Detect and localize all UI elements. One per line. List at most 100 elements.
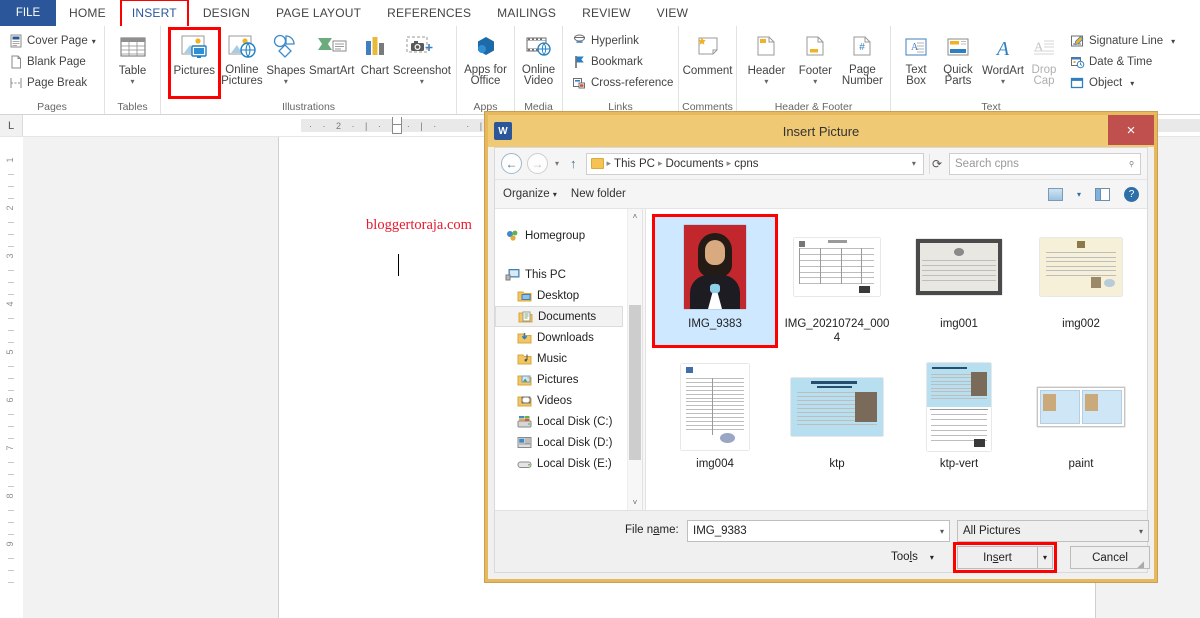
file-item[interactable]: IMG_9383 [652, 214, 778, 348]
hyperlink-button[interactable]: Hyperlink [568, 31, 677, 51]
chevron-down-icon[interactable]: ▾ [1171, 37, 1175, 46]
forward-arrow-icon[interactable]: → [527, 153, 548, 174]
bookmark-button[interactable]: Bookmark [568, 52, 677, 72]
nav-item-local-disk-c[interactable]: Local Disk (C:) [495, 411, 627, 432]
quick-parts-button[interactable]: Quick Parts [936, 30, 980, 87]
file-item[interactable]: IMG_20210724_0004 [776, 217, 898, 345]
chevron-down-icon[interactable]: ▾ [420, 78, 424, 86]
insert-picture-dialog[interactable]: W Insert Picture × ← → ▾ ↑ ▸ This PC ▸ D… [485, 112, 1157, 582]
chevron-down-icon[interactable]: ▾ [1130, 79, 1134, 88]
first-line-indent-marker[interactable] [392, 117, 402, 124]
text-box-button[interactable]: A Text Box [896, 30, 936, 87]
file-item[interactable]: img004 [654, 357, 776, 471]
new-folder-button[interactable]: New folder [571, 188, 626, 200]
view-layout-icon[interactable] [1047, 187, 1063, 201]
chevron-down-icon[interactable]: ▾ [912, 159, 919, 168]
breadcrumb[interactable]: ▸ This PC ▸ Documents ▸ cpns ▾ [585, 152, 924, 175]
scrollbar-thumb[interactable] [629, 305, 641, 460]
left-indent-marker[interactable] [392, 124, 402, 134]
nav-item-this-pc[interactable]: This PC [495, 264, 627, 285]
blank-page-button[interactable]: Blank Page [5, 52, 100, 72]
insert-button[interactable]: Insert [957, 546, 1037, 569]
insert-button-group[interactable]: Insert ▾ [953, 542, 1057, 573]
chart-button[interactable]: Chart [357, 30, 393, 77]
refresh-icon[interactable]: ⟳ [928, 153, 944, 174]
table-button[interactable]: Table ▾ [110, 30, 155, 86]
scroll-down-arrow[interactable]: ˅ [628, 495, 642, 510]
insert-dropdown-button[interactable]: ▾ [1037, 546, 1053, 569]
cross-reference-button[interactable]: Cross-reference [568, 73, 677, 93]
smartart-button[interactable]: SmartArt [307, 30, 357, 77]
comment-button[interactable]: Comment [683, 30, 732, 77]
preview-pane-icon[interactable] [1095, 187, 1110, 201]
chevron-down-icon[interactable]: ▾ [813, 78, 817, 86]
tab-mailings[interactable]: MAILINGS [484, 0, 569, 26]
file-list-pane[interactable]: IMG_9383 IMG_20210724_0004 img001 img002 img… [646, 209, 1147, 510]
chevron-down-icon[interactable]: ▾ [1077, 190, 1081, 199]
signature-line-button[interactable]: Signature Line ▾ [1066, 31, 1179, 51]
tools-button[interactable]: Tools ▾ [891, 551, 934, 563]
online-video-button[interactable]: Online Video [520, 30, 557, 87]
tab-insert[interactable]: INSERT [119, 0, 190, 30]
breadcrumb-cpns[interactable]: cpns [734, 158, 758, 170]
recent-locations-icon[interactable]: ▾ [553, 159, 561, 168]
vertical-ruler[interactable]: 1 2 3 4 5 6 7 8 9 [0, 137, 23, 618]
drop-cap-button[interactable]: A Drop Cap [1026, 30, 1062, 87]
page-number-button[interactable]: # Page Number [840, 30, 885, 87]
chevron-down-icon[interactable]: ▾ [930, 553, 934, 562]
tab-page-layout[interactable]: PAGE LAYOUT [263, 0, 374, 26]
tab-view[interactable]: VIEW [644, 0, 701, 26]
nav-item-local-disk-e[interactable]: Local Disk (E:) [495, 453, 627, 474]
chevron-down-icon[interactable]: ▾ [764, 78, 768, 86]
nav-item-documents[interactable]: Documents [495, 306, 623, 327]
nav-item-pictures[interactable]: Pictures [495, 369, 627, 390]
file-item[interactable]: img002 [1020, 217, 1142, 345]
back-arrow-icon[interactable]: ← [501, 153, 522, 174]
chevron-down-icon[interactable]: ▾ [940, 527, 944, 536]
chevron-down-icon[interactable]: ▾ [92, 37, 96, 46]
tab-home[interactable]: HOME [56, 0, 119, 26]
cover-page-button[interactable]: Cover Page ▾ [5, 31, 100, 51]
up-one-level-icon[interactable]: ↑ [566, 156, 581, 171]
chevron-down-icon[interactable]: ▾ [1001, 78, 1005, 86]
organize-button[interactable]: Organize ▾ [503, 188, 557, 200]
file-item[interactable]: ktp [776, 357, 898, 471]
help-icon[interactable]: ? [1124, 186, 1139, 202]
nav-item-music[interactable]: Music [495, 348, 627, 369]
screenshot-button[interactable]: Screenshot ▾ [393, 30, 451, 86]
pictures-button[interactable]: Pictures [168, 27, 221, 99]
nav-item-local-disk-d[interactable]: Local Disk (D:) [495, 432, 627, 453]
tab-design[interactable]: DESIGN [190, 0, 263, 26]
nav-item-homegroup[interactable]: Homegroup [495, 225, 627, 246]
wordart-button[interactable]: A WordArt ▾ [980, 30, 1026, 86]
dialog-title-bar[interactable]: W Insert Picture × [488, 115, 1154, 147]
date-time-button[interactable]: Date & Time [1066, 52, 1179, 72]
breadcrumb-this-pc[interactable]: This PC [614, 158, 655, 170]
tab-file[interactable]: FILE [0, 0, 56, 26]
online-pictures-button[interactable]: Online Pictures [219, 30, 266, 87]
header-button[interactable]: Header ▾ [742, 30, 791, 86]
search-input[interactable]: Search cpns ⌕ [949, 152, 1141, 175]
object-button[interactable]: Object ▾ [1066, 73, 1179, 93]
tab-references[interactable]: REFERENCES [374, 0, 484, 26]
close-icon[interactable]: × [1108, 115, 1154, 145]
nav-item-videos[interactable]: Videos [495, 390, 627, 411]
footer-button[interactable]: Footer ▾ [791, 30, 840, 86]
file-item[interactable]: img001 [898, 217, 1020, 345]
chevron-down-icon[interactable]: ▾ [1139, 527, 1143, 536]
file-item[interactable]: ktp-vert [898, 357, 1020, 471]
file-name-input[interactable]: IMG_9383 ▾ [687, 520, 950, 542]
scroll-up-arrow[interactable]: ˄ [628, 209, 642, 224]
tab-review[interactable]: REVIEW [569, 0, 644, 26]
chevron-down-icon[interactable]: ▾ [284, 78, 288, 86]
nav-item-desktop[interactable]: Desktop [495, 285, 627, 306]
shapes-button[interactable]: Shapes ▾ [265, 30, 306, 86]
file-item[interactable]: paint [1020, 357, 1142, 471]
breadcrumb-documents[interactable]: Documents [665, 158, 723, 170]
chevron-down-icon[interactable]: ▾ [130, 78, 134, 86]
navigation-pane[interactable]: Homegroup This PC Desktop Documents Download… [495, 209, 627, 510]
nav-item-downloads[interactable]: Downloads [495, 327, 627, 348]
resize-grip[interactable]: ◢ [1137, 559, 1144, 570]
tab-stop-selector[interactable]: L [0, 115, 23, 136]
page-break-button[interactable]: Page Break [5, 73, 100, 93]
